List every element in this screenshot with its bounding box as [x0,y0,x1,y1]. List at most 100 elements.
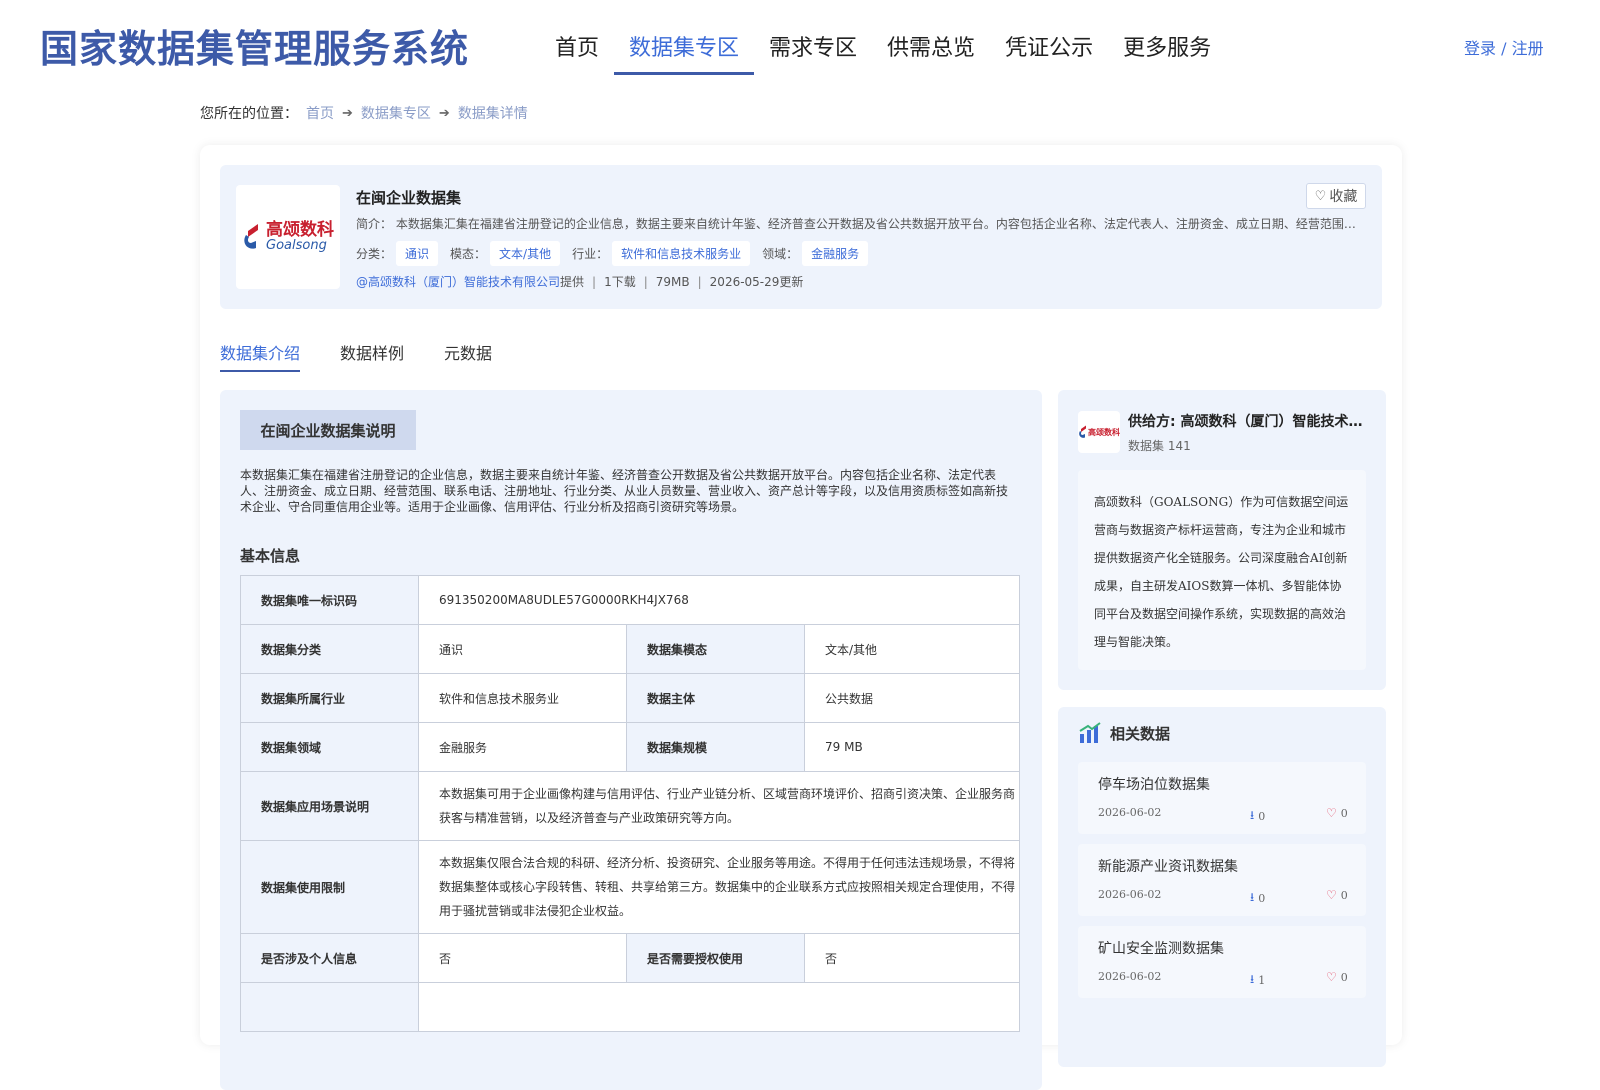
basic-info-title: 基本信息 [240,547,301,565]
related-item-title[interactable]: 矿山安全监测数据集 [1098,938,1224,958]
provider-dataset-count: 数据集 141 [1128,439,1191,453]
provider-link[interactable]: @高颂数科（厦门）智能技术有限公司 [356,273,560,290]
download-icon: ⭳ [1250,808,1255,822]
related-title: 相关数据 [1110,724,1171,743]
heart-icon: ♡ [1326,806,1337,820]
related-item-downloads: ⭳ 0 [1250,888,1265,909]
related-item-date: 2026-06-02 [1098,806,1162,819]
nav-item-demands[interactable]: 需求专区 [754,26,872,75]
table-row: 数据集所属行业 软件和信息技术服务业 数据主体 公共数据 [240,673,1020,723]
tag-label-modality: 模态： [450,247,487,261]
tag-label-domain: 领域： [762,247,799,261]
dataset-intro: 简介： 本数据集汇集在福建省注册登记的企业信息，数据主要来自统计年鉴、经济普查公… [356,217,1356,231]
nav-item-home[interactable]: 首页 [540,26,614,75]
download-count-value: 0 [1258,810,1266,823]
table-value: 通识 [418,624,627,674]
related-item-downloads: ⭳ 1 [1250,970,1265,991]
download-count-value: 0 [1258,892,1266,905]
provider-avatar[interactable]: 高颂数科 [1078,411,1120,453]
heart-icon: ♡ [1314,188,1327,204]
related-item-title[interactable]: 新能源产业资讯数据集 [1098,856,1238,876]
meta-divider: | [697,274,702,289]
breadcrumb-datasets[interactable]: 数据集专区 [361,103,431,123]
breadcrumb-home[interactable]: 首页 [306,103,334,123]
provider-logo-text: 高颂数科 [1088,427,1120,437]
related-data-card: 相关数据 停车场泊位数据集 2026-06-02 ⭳ 0 ♡ 0 新能源产业资讯… [1058,707,1386,1067]
related-item[interactable]: 矿山安全监测数据集 2026-06-02 ⭳ 1 ♡ 0 [1078,926,1366,998]
table-value: 金融服务 [418,722,627,772]
related-item-likes[interactable]: ♡ 0 [1326,970,1348,984]
table-label: 数据集领域 [240,722,419,772]
table-value: 本数据集可用于企业画像构建与信用评估、行业产业链分析、区域营商环境评价、招商引资… [418,771,1020,841]
table-value: 软件和信息技术服务业 [418,673,627,723]
related-heading: 相关数据 [1078,721,1170,745]
table-label: 是否涉及个人信息 [240,933,419,983]
meta-divider: | [643,274,648,289]
like-count-value: 0 [1340,806,1348,820]
table-label: 数据集规模 [626,722,805,772]
like-count-value: 0 [1340,970,1348,984]
tag-category[interactable]: 通识 [396,241,439,266]
table-label: 是否需要授权使用 [626,933,805,983]
provider-name[interactable]: 供给方: 高颂数科（厦门）智能技术有限公司 [1128,411,1368,431]
table-row: 数据集唯一标识码 691350200MA8UDLE57G0000RKH4JX76… [240,575,1020,625]
heart-icon: ♡ [1326,888,1337,902]
goalsong-logo-icon [244,224,258,249]
login-register-link[interactable]: 登录 / 注册 [1464,35,1544,59]
table-value: 691350200MA8UDLE57G0000RKH4JX768 [418,575,1020,625]
like-count-value: 0 [1340,888,1348,902]
table-value: 文本/其他 [804,624,1020,674]
table-label: 数据集所属行业 [240,673,419,723]
tag-modality[interactable]: 文本/其他 [490,241,561,266]
breadcrumb-detail: 数据集详情 [457,106,528,122]
table-row: 数据集应用场景说明 本数据集可用于企业画像构建与信用评估、行业产业链分析、区域营… [240,771,1020,841]
table-row: 是否涉及个人信息 否 是否需要授权使用 否 [240,933,1020,983]
related-item[interactable]: 新能源产业资讯数据集 2026-06-02 ⭳ 0 ♡ 0 [1078,844,1366,916]
related-item[interactable]: 停车场泊位数据集 2026-06-02 ⭳ 0 ♡ 0 [1078,762,1366,834]
dataset-summary: 高颂数科 Goalsong 在闽企业数据集 ♡ 收藏 简介： 本数据集汇集在福建… [220,165,1382,309]
dataset-meta: @高颂数科（厦门）智能技术有限公司 提供 | 1下载 | 79MB | 2026… [356,273,803,290]
nav-item-more[interactable]: 更多服务 [1108,26,1226,75]
section-heading: 在闽企业数据集说明 [240,410,416,450]
related-item-date: 2026-06-02 [1098,970,1162,983]
detail-tabs: 数据集介绍 数据样例 元数据 [220,340,532,372]
tag-domain[interactable]: 金融服务 [802,241,869,266]
provider-card: 高颂数科 供给方: 高颂数科（厦门）智能技术有限公司 数据集 141 高颂数科（… [1058,390,1386,690]
favorite-button[interactable]: ♡ 收藏 [1306,183,1366,209]
related-item-downloads: ⭳ 0 [1250,806,1265,827]
related-item-likes[interactable]: ♡ 0 [1326,888,1348,902]
download-icon: ⭳ [1250,972,1255,986]
related-item-likes[interactable]: ♡ 0 [1326,806,1348,820]
table-label: 数据集模态 [626,624,805,674]
table-value: 79 MB [804,722,1020,772]
dataset-description: 本数据集汇集在福建省注册登记的企业信息，数据主要来自统计年鉴、经济普查公开数据及… [240,468,1009,514]
provider-logo: 高颂数科 Goalsong [236,185,340,289]
table-value: 否 [804,933,1020,983]
logo-en-text: Goalsong [266,238,327,253]
dataset-tags: 分类： 通识 模态： 文本/其他 行业： 软件和信息技术服务业 领域： 金融服务 [356,241,880,266]
basic-info-table: 数据集唯一标识码 691350200MA8UDLE57G0000RKH4JX76… [240,575,1020,1032]
dataset-title: 在闽企业数据集 [356,189,462,207]
nav-item-credentials[interactable]: 凭证公示 [990,26,1108,75]
table-row: 数据集分类 通识 数据集模态 文本/其他 [240,624,1020,674]
site-header: 国家数据集管理服务系统 首页 数据集专区 需求专区 供需总览 凭证公示 更多服务… [0,0,1600,80]
bar-chart-icon [1079,722,1101,743]
site-title[interactable]: 国家数据集管理服务系统 [40,18,469,73]
table-label: 数据主体 [626,673,805,723]
nav-item-datasets[interactable]: 数据集专区 [614,26,755,75]
tab-samples[interactable]: 数据样例 [340,340,404,372]
table-value: 否 [418,933,627,983]
tag-label-industry: 行业： [572,247,609,261]
tab-metadata[interactable]: 元数据 [444,340,492,372]
table-row: 数据集领域 金融服务 数据集规模 79 MB [240,722,1020,772]
table-row: 数据集使用限制 本数据集仅限合法合规的科研、经济分析、投资研究、企业服务等用途。… [240,840,1020,934]
tag-industry[interactable]: 软件和信息技术服务业 [612,241,751,266]
breadcrumb-prefix: 您所在的位置： [200,106,298,122]
table-row [240,982,1020,1032]
related-item-date: 2026-06-02 [1098,888,1162,901]
nav-item-overview[interactable]: 供需总览 [872,26,990,75]
related-item-title[interactable]: 停车场泊位数据集 [1098,774,1210,794]
download-count: 1下载 [604,275,636,289]
download-icon: ⭳ [1250,890,1255,904]
tab-introduction[interactable]: 数据集介绍 [220,340,301,372]
